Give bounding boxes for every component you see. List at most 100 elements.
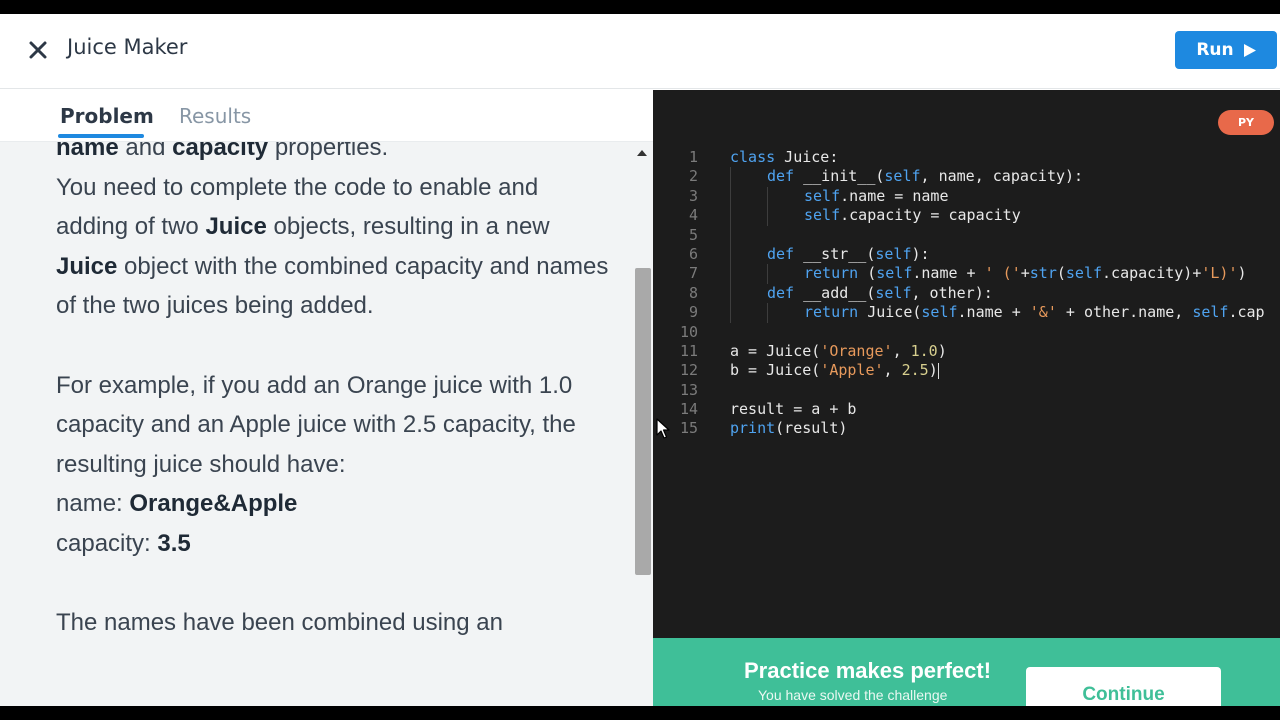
line-number: 12: [679, 361, 698, 380]
code-token: +: [1020, 264, 1030, 283]
text-cursor: [937, 362, 939, 379]
code-lines[interactable]: 1 class Juice: 2 def __init__(self, name, …: [653, 148, 1280, 439]
line-number: 4: [688, 206, 698, 225]
code-token: self: [875, 244, 912, 263]
indent-guide: [767, 264, 768, 284]
code-token: ): [1237, 264, 1247, 283]
code-line: 1 class Juice:: [653, 148, 1280, 167]
code-line: 10: [653, 323, 1280, 342]
code-token: ,: [892, 341, 911, 360]
code-token: ,: [883, 361, 902, 380]
code-token: 'Orange': [820, 341, 893, 360]
code-line: 8 def __add__(self, other):: [653, 283, 1280, 304]
indent-guide: [767, 186, 768, 207]
code-token: '&': [1029, 303, 1057, 322]
code-line: 7 return (self.name + ' ('+str(self.capac…: [653, 264, 1280, 284]
bold-text: Juice: [56, 252, 118, 280]
text: object with the combined capacity and na…: [56, 252, 609, 320]
line-number: 2: [688, 167, 698, 186]
code-token: + other.name,: [1056, 303, 1193, 322]
code-token: .name +: [957, 303, 1030, 322]
banner-title: Practice makes perfect!: [744, 658, 992, 683]
code-line: 15 print(result): [653, 419, 1280, 438]
code-token: __str__(: [794, 244, 876, 263]
code-token: .cap: [1228, 303, 1265, 322]
success-banner: Practice makes perfect! You have solved …: [653, 638, 1280, 706]
code-editor[interactable]: PY 1 class Juice: 2 def __init__(self, nam…: [653, 90, 1280, 638]
code-token: a = Juice(: [730, 341, 821, 360]
example-name: name: Orange&Apple: [56, 484, 616, 524]
code-line: 6 def __str__(self):: [653, 244, 1280, 265]
tab-results[interactable]: Results: [179, 104, 251, 128]
code-token: result = a + b: [730, 400, 857, 419]
indent-guide: [730, 186, 731, 207]
line-number: 11: [679, 341, 698, 360]
code-token: .capacity)+: [1102, 264, 1202, 283]
code-line: 13: [653, 381, 1280, 400]
code-token: , other):: [911, 283, 993, 302]
bold-text: 3.5: [157, 529, 191, 557]
code-token: str: [1029, 264, 1057, 283]
code-line: 14 result = a + b: [653, 400, 1280, 419]
indent-guide: [730, 264, 731, 284]
code-token: self: [876, 264, 913, 283]
code-token: , name, capacity):: [920, 167, 1084, 186]
code-token: def: [767, 244, 795, 263]
line-number: 13: [679, 380, 698, 399]
line-number: 1: [688, 148, 698, 166]
continue-button[interactable]: Continue: [1026, 667, 1221, 706]
code-token: (: [858, 264, 877, 283]
indent-guide: [730, 167, 731, 187]
problem-paragraph-3: For example, if you add an Orange juice …: [56, 371, 576, 478]
code-line: 4 self.capacity = capacity: [653, 206, 1280, 226]
code-token: ): [937, 341, 947, 360]
code-token: __add__(: [794, 283, 876, 302]
problem-description: name and capacity properties. You need t…: [56, 128, 616, 643]
tab-problem[interactable]: Problem: [60, 104, 154, 128]
code-token: self: [1192, 303, 1229, 322]
code-token: class: [730, 148, 776, 166]
active-tab-indicator: [58, 134, 144, 138]
code-token: .capacity = capacity: [840, 206, 1021, 225]
line-number: 3: [688, 186, 698, 205]
code-token: return: [804, 264, 859, 283]
code-token: Juice(: [858, 303, 922, 322]
indent-guide: [730, 303, 731, 323]
code-line: 12 b = Juice('Apple', 2.5): [653, 361, 1280, 380]
code-token: __init__(: [794, 167, 885, 186]
challenge-title: Juice Maker: [67, 35, 188, 59]
code-token: self: [875, 283, 912, 302]
run-button[interactable]: Run: [1175, 31, 1277, 69]
problem-paragraph-2: You need to complete the code to enable …: [56, 168, 616, 326]
code-token: .name +: [912, 264, 985, 283]
code-token: .name = name: [840, 186, 949, 205]
code-token: (: [1056, 264, 1066, 283]
line-number: 10: [679, 322, 698, 341]
code-line: 9 return Juice(self.name + '&' + other.na…: [653, 303, 1280, 323]
indent-guide: [730, 206, 731, 226]
code-token: self: [921, 303, 958, 322]
code-line: 2 def __init__(self, name, capacity):: [653, 167, 1280, 187]
code-token: 'Apple': [820, 361, 884, 380]
run-button-label: Run: [1196, 40, 1234, 60]
code-token: print: [730, 419, 776, 438]
code-token: self: [884, 167, 921, 186]
language-badge[interactable]: PY: [1218, 110, 1274, 135]
line-number: 8: [688, 283, 698, 302]
code-token: ): [928, 361, 938, 380]
bold-text: Orange&Apple: [129, 490, 298, 518]
close-icon[interactable]: [26, 38, 50, 62]
mouse-pointer-icon: [656, 418, 670, 439]
problem-paragraph-6: The names have been combined using an: [56, 609, 503, 637]
indent-guide: [767, 303, 768, 323]
indent-guide: [730, 283, 731, 304]
scroll-up-arrow-icon[interactable]: [637, 150, 647, 156]
line-number: 7: [688, 264, 698, 283]
code-token: 2.5: [901, 361, 929, 380]
banner-subtitle: You have solved the challenge: [758, 687, 948, 703]
code-token: def: [767, 167, 795, 186]
app-window: Juice Maker Run name and capacity proper…: [0, 14, 1280, 706]
line-number: 14: [679, 400, 698, 419]
scrollbar-thumb[interactable]: [635, 268, 651, 575]
indent-guide: [730, 244, 731, 265]
